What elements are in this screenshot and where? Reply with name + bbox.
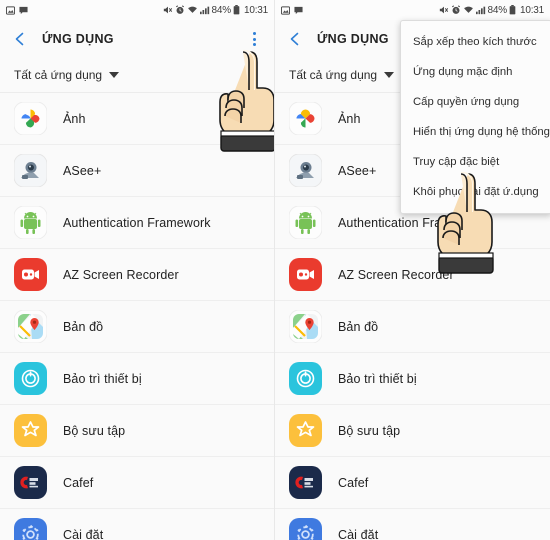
status-bar-left-icons xyxy=(6,5,28,15)
android-robot-icon xyxy=(288,205,323,240)
google-photos-icon xyxy=(288,101,323,136)
app-name: Cafef xyxy=(338,475,369,490)
app-bar: ỨNG DỤNG xyxy=(0,20,274,58)
status-bar-right-icons: 84% 10:31 xyxy=(163,5,268,16)
all-apps-dropdown[interactable]: Tất cả ứng dụng xyxy=(0,58,274,92)
gallery-icon xyxy=(14,414,47,447)
all-apps-dropdown-label: Tất cả ứng dụng xyxy=(289,68,378,82)
device-maintenance-icon xyxy=(289,362,322,395)
app-name: Bảo trì thiết bị xyxy=(63,371,142,386)
list-item[interactable]: Cafef xyxy=(0,457,274,509)
app-name: Bản đồ xyxy=(338,319,379,334)
status-bar: 84% 10:31 xyxy=(275,0,550,20)
app-list-left: Ảnh ASee+ Authentication Framework AZ Sc… xyxy=(0,93,274,540)
list-item[interactable]: Cài đặt xyxy=(275,509,550,540)
page-title: ỨNG DỤNG xyxy=(317,32,389,46)
menu-item-reset-app-preferences[interactable]: Khôi phục cài đặt ứ.dụng xyxy=(401,177,550,207)
overflow-menu-icon[interactable] xyxy=(246,30,262,48)
asee-plus-icon xyxy=(288,153,323,188)
android-robot-icon xyxy=(13,205,48,240)
left-phone-screen: 84% 10:31 ỨNG DỤNG Tất cả ứng dụng Ảnh A… xyxy=(0,0,275,540)
asee-plus-icon xyxy=(13,153,48,188)
message-icon xyxy=(19,6,28,15)
list-item[interactable]: Bản đồ xyxy=(275,301,550,353)
list-item[interactable]: Bảo trì thiết bị xyxy=(0,353,274,405)
mute-icon xyxy=(163,5,173,15)
app-name: Cài đặt xyxy=(338,527,379,540)
back-chevron-icon[interactable] xyxy=(12,31,28,47)
device-maintenance-icon xyxy=(14,362,47,395)
signal-icon xyxy=(199,5,210,15)
list-item[interactable]: Bản đồ xyxy=(0,301,274,353)
app-name: AZ Screen Recorder xyxy=(63,267,179,282)
overflow-menu-popup: Sắp xếp theo kích thước Ứng dụng mặc địn… xyxy=(400,20,550,214)
wifi-icon xyxy=(187,5,198,15)
cafef-icon xyxy=(289,466,322,499)
filter-bar: Tất cả ứng dụng xyxy=(0,58,274,93)
app-name: Authentication Framework xyxy=(338,215,486,230)
list-item[interactable]: Cài đặt xyxy=(0,509,274,540)
page-title: ỨNG DỤNG xyxy=(42,32,114,46)
battery-icon xyxy=(509,5,516,15)
app-name: AZ Screen Recorder xyxy=(338,267,454,282)
status-bar-left-icons xyxy=(281,5,303,15)
list-item[interactable]: Authentication Framework xyxy=(0,197,274,249)
list-item[interactable]: Bộ sưu tập xyxy=(0,405,274,457)
menu-item-show-system-apps[interactable]: Hiển thị ứng dụng hệ thống xyxy=(401,117,550,147)
battery-percentage: 84% xyxy=(211,4,232,16)
cafef-icon xyxy=(14,466,47,499)
status-bar-right-icons: 84% 10:31 xyxy=(439,5,544,16)
battery-percentage: 84% xyxy=(487,4,508,16)
image-icon xyxy=(281,5,290,15)
menu-item-sort-by-size[interactable]: Sắp xếp theo kích thước xyxy=(401,27,550,57)
app-name: ASee+ xyxy=(63,163,102,178)
az-screen-recorder-icon xyxy=(289,258,322,291)
list-item[interactable]: AZ Screen Recorder xyxy=(0,249,274,301)
google-maps-icon xyxy=(288,309,323,344)
app-name: Ảnh xyxy=(63,111,86,126)
signal-icon xyxy=(475,5,486,15)
google-maps-icon xyxy=(13,309,48,344)
back-chevron-icon[interactable] xyxy=(287,31,303,47)
alarm-icon xyxy=(175,5,185,15)
list-item[interactable]: Ảnh xyxy=(0,93,274,145)
message-icon xyxy=(294,6,303,15)
alarm-icon xyxy=(451,5,461,15)
app-name: Cài đặt xyxy=(63,527,104,540)
az-screen-recorder-icon xyxy=(14,258,47,291)
battery-icon xyxy=(233,5,240,15)
list-item[interactable]: ASee+ xyxy=(0,145,274,197)
mute-icon xyxy=(439,5,449,15)
chevron-down-icon xyxy=(109,72,120,78)
app-name: Bộ sưu tập xyxy=(63,423,126,438)
app-name: Bộ sưu tập xyxy=(338,423,401,438)
status-bar-clock: 10:31 xyxy=(519,4,544,16)
menu-item-default-apps[interactable]: Ứng dụng mặc định xyxy=(401,57,550,87)
gallery-icon xyxy=(289,414,322,447)
settings-gear-icon xyxy=(289,518,322,540)
image-icon xyxy=(6,5,15,15)
list-item[interactable]: Bộ sưu tập xyxy=(275,405,550,457)
app-name: Ảnh xyxy=(338,111,361,126)
status-bar: 84% 10:31 xyxy=(0,0,274,20)
menu-item-special-access[interactable]: Truy cập đặc biệt xyxy=(401,147,550,177)
app-name: Bản đồ xyxy=(63,319,104,334)
app-name: ASee+ xyxy=(338,163,377,178)
all-apps-dropdown-label: Tất cả ứng dụng xyxy=(14,68,103,82)
google-photos-icon xyxy=(13,101,48,136)
chevron-down-icon xyxy=(384,72,395,78)
screenshot-stage: 84% 10:31 ỨNG DỤNG Tất cả ứng dụng Ảnh A… xyxy=(0,0,550,540)
app-name: Authentication Framework xyxy=(63,215,211,230)
settings-gear-icon xyxy=(14,518,47,540)
app-name: Bảo trì thiết bị xyxy=(338,371,417,386)
list-item[interactable]: AZ Screen Recorder xyxy=(275,249,550,301)
status-bar-clock: 10:31 xyxy=(243,4,268,16)
list-item[interactable]: Cafef xyxy=(275,457,550,509)
right-phone-screen: 84% 10:31 ỨNG DỤNG Tất cả ứng dụng Ảnh A… xyxy=(275,0,550,540)
menu-item-app-permissions[interactable]: Cấp quyền ứng dụng xyxy=(401,87,550,117)
app-name: Cafef xyxy=(63,475,94,490)
wifi-icon xyxy=(463,5,474,15)
list-item[interactable]: Bảo trì thiết bị xyxy=(275,353,550,405)
